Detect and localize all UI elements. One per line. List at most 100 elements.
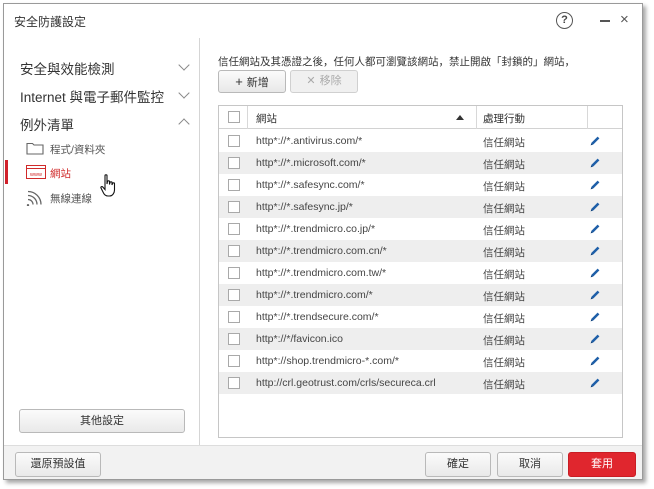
table-row[interactable]: http*://*.trendmicro.com.tw/* 信任網站 [219, 262, 622, 284]
table-row[interactable]: http*://*.microsoft.com/* 信任網站 [219, 152, 622, 174]
edit-pencil-icon[interactable] [589, 156, 601, 174]
edit-pencil-icon[interactable] [589, 376, 601, 394]
row-checkbox[interactable] [228, 289, 240, 301]
sidebar-item-programs-folders-label: 程式/資料夾 [50, 144, 106, 156]
edit-pencil-icon[interactable] [589, 332, 601, 350]
table-row[interactable]: http*://*.trendmicro.com/* 信任網站 [219, 284, 622, 306]
row-checkbox[interactable] [228, 311, 240, 323]
sidebar-item-wireless-label: 無線連線 [50, 193, 92, 205]
table-row[interactable]: http*://shop.trendmicro-*.com/* 信任網站 [219, 350, 622, 372]
row-checkbox[interactable] [228, 267, 240, 279]
row-url: http*://*.trendmicro.co.jp/* [256, 223, 376, 235]
table-row[interactable]: http*://*.antivirus.com/* 信任網站 [219, 130, 622, 152]
nav-security-performance[interactable]: 安全與效能檢測 [20, 58, 192, 78]
row-url: http*://*.antivirus.com/* [256, 135, 363, 147]
folder-icon [26, 141, 44, 158]
minimize-button[interactable] [600, 20, 610, 22]
table-row[interactable]: http*://*/favicon.ico 信任網站 [219, 328, 622, 350]
edit-pencil-icon[interactable] [589, 288, 601, 306]
row-checkbox[interactable] [228, 157, 240, 169]
nav-internet-email[interactable]: Internet 與電子郵件監控 [20, 86, 192, 106]
close-button[interactable]: × [620, 11, 629, 29]
column-divider [247, 106, 248, 129]
add-button[interactable]: + 新增 [218, 70, 286, 93]
column-header-action[interactable]: 處理行動 [483, 111, 525, 126]
row-checkbox[interactable] [228, 245, 240, 257]
row-url: http*://*.trendsecure.com/* [256, 311, 379, 323]
row-action: 信任網站 [483, 203, 525, 215]
plus-icon: + [235, 74, 243, 89]
row-action: 信任網站 [483, 291, 525, 303]
row-url: http*://*/favicon.ico [256, 333, 343, 345]
column-divider [476, 106, 477, 129]
edit-pencil-icon[interactable] [589, 266, 601, 284]
row-checkbox[interactable] [228, 223, 240, 235]
row-action: 信任網站 [483, 357, 525, 369]
table-row[interactable]: http://crl.geotrust.com/crls/secureca.cr… [219, 372, 622, 394]
table-row[interactable]: http*://*.safesync.jp/* 信任網站 [219, 196, 622, 218]
wifi-icon [26, 190, 44, 209]
x-icon: ✕ [306, 75, 316, 87]
edit-pencil-icon[interactable] [589, 134, 601, 152]
row-checkbox[interactable] [228, 377, 240, 389]
website-table: 網站 處理行動 http*://*.antivirus.com/* 信任網站 htt… [218, 105, 623, 438]
edit-pencil-icon[interactable] [589, 310, 601, 328]
row-url: http://crl.geotrust.com/crls/secureca.cr… [256, 377, 436, 389]
row-action: 信任網站 [483, 247, 525, 259]
sort-ascending-icon[interactable] [456, 115, 464, 120]
ok-button[interactable]: 確定 [425, 452, 491, 477]
row-action: 信任網站 [483, 225, 525, 237]
www-icon: www [26, 165, 46, 182]
edit-pencil-icon[interactable] [589, 222, 601, 240]
edit-pencil-icon[interactable] [589, 354, 601, 372]
row-action: 信任網站 [483, 335, 525, 347]
table-row[interactable]: http*://*.trendsecure.com/* 信任網站 [219, 306, 622, 328]
table-header: 網站 處理行動 [219, 106, 622, 129]
settings-window: 安全防護設定 ? × 安全與效能檢測 Internet 與電子郵件監控 例外清單… [3, 3, 643, 480]
column-header-website[interactable]: 網站 [256, 111, 277, 126]
sidebar-item-websites-label: 網站 [50, 168, 71, 180]
cancel-button[interactable]: 取消 [497, 452, 563, 477]
row-action: 信任網站 [483, 269, 525, 281]
row-action: 信任網站 [483, 159, 525, 171]
row-checkbox[interactable] [228, 179, 240, 191]
row-checkbox[interactable] [228, 135, 240, 147]
restore-defaults-button[interactable]: 還原預設值 [15, 452, 101, 477]
row-action: 信任網站 [483, 379, 525, 391]
hand-cursor-icon [100, 174, 118, 203]
svg-text:www: www [29, 172, 42, 178]
row-checkbox[interactable] [228, 201, 240, 213]
row-url: http*://*.safesync.com/* [256, 179, 365, 191]
select-all-checkbox[interactable] [228, 111, 240, 123]
row-url: http*://*.microsoft.com/* [256, 157, 366, 169]
row-checkbox[interactable] [228, 333, 240, 345]
nav-internet-email-label: Internet 與電子郵件監控 [20, 90, 165, 105]
row-url: http*://*.trendmicro.com.cn/* [256, 245, 387, 257]
table-row[interactable]: http*://*.trendmicro.co.jp/* 信任網站 [219, 218, 622, 240]
window-title: 安全防護設定 [14, 15, 87, 29]
exception-description: 信任網站及其憑證之後，任何人都可瀏覽該網站，禁止開啟「封鎖的」網站， [218, 56, 575, 68]
table-row[interactable]: http*://*.safesync.com/* 信任網站 [219, 174, 622, 196]
row-url: http*://*.safesync.jp/* [256, 201, 353, 213]
row-checkbox[interactable] [228, 355, 240, 367]
column-divider [587, 106, 588, 129]
apply-button[interactable]: 套用 [568, 452, 636, 477]
remove-button-label: 移除 [319, 75, 342, 87]
edit-pencil-icon[interactable] [589, 244, 601, 262]
edit-pencil-icon[interactable] [589, 200, 601, 218]
nav-exception-list[interactable]: 例外清單 [20, 114, 192, 134]
edit-pencil-icon[interactable] [589, 178, 601, 196]
title-bar: 安全防護設定 ? × [4, 4, 642, 38]
row-url: http*://*.trendmicro.com.tw/* [256, 267, 387, 279]
other-settings-button[interactable]: 其他設定 [19, 409, 185, 433]
nav-security-performance-label: 安全與效能檢測 [20, 62, 115, 77]
remove-button[interactable]: ✕ 移除 [290, 70, 358, 93]
row-action: 信任網站 [483, 181, 525, 193]
sidebar: 安全與效能檢測 Internet 與電子郵件監控 例外清單 程式/資料夾 www… [4, 38, 200, 445]
row-url: http*://*.trendmicro.com/* [256, 289, 373, 301]
nav-exception-list-label: 例外清單 [20, 118, 74, 133]
help-button[interactable]: ? [556, 12, 573, 29]
sidebar-item-programs-folders[interactable]: 程式/資料夾 [26, 139, 176, 159]
table-row[interactable]: http*://*.trendmicro.com.cn/* 信任網站 [219, 240, 622, 262]
footer-bar: 還原預設值 確定 取消 套用 [4, 445, 642, 479]
